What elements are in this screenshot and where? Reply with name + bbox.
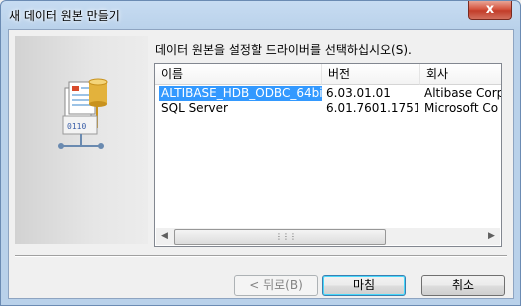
window-title: 새 데이터 원본 만들기	[9, 9, 120, 23]
scroll-left-icon[interactable]: ◀	[156, 228, 173, 245]
cancel-button[interactable]: 취소	[421, 275, 505, 296]
driver-list[interactable]: 이름 버전 회사 ALTIBASE_HDB_ODBC_64bit 6.03.01…	[154, 63, 502, 247]
driver-name-cell: SQL Server	[161, 101, 228, 115]
driver-row[interactable]: SQL Server 6.01.7601.17514 Microsoft Co	[155, 101, 501, 116]
finish-button[interactable]: 마침	[322, 275, 406, 296]
scroll-right-icon[interactable]: ▶	[483, 228, 500, 245]
button-separator	[15, 255, 507, 257]
driver-select-prompt: 데이터 원본을 설정할 드라이버를 선택하십시오(S).	[155, 43, 412, 57]
grip-icon: ⋮⋮⋮	[275, 232, 297, 241]
driver-list-header: 이름 버전 회사	[155, 64, 501, 86]
database-driver-icon: 0110	[58, 78, 108, 149]
close-icon: x	[485, 2, 495, 17]
dialog-client-area: 0110 데이터 원본을 설정할 드라이버를 선택하십시오(S). 이름 버전 …	[8, 29, 514, 299]
driver-company-cell: Microsoft Co	[424, 101, 499, 115]
driver-row[interactable]: ALTIBASE_HDB_ODBC_64bit 6.03.01.01 Altib…	[155, 86, 501, 101]
horizontal-scrollbar[interactable]: ◀ ⋮⋮⋮ ▶	[156, 228, 500, 245]
driver-company-cell: Altibase Corp	[424, 86, 501, 100]
column-header-version[interactable]: 버전	[322, 64, 420, 85]
column-header-company[interactable]: 회사	[420, 64, 501, 85]
driver-name-cell: ALTIBASE_HDB_ODBC_64bit	[159, 86, 322, 101]
column-header-name[interactable]: 이름	[155, 64, 322, 85]
wizard-side-panel: 0110	[15, 36, 148, 244]
svg-text:0110: 0110	[67, 122, 86, 131]
title-bar[interactable]: 새 데이터 원본 만들기 x	[1, 1, 520, 29]
driver-version-cell: 6.03.01.01	[326, 86, 391, 100]
close-button[interactable]: x	[468, 1, 512, 20]
back-button[interactable]: < 뒤로(B)	[234, 275, 318, 296]
driver-version-cell: 6.01.7601.17514	[326, 101, 418, 115]
dialog-window: 새 데이터 원본 만들기 x 0110 데이터 원본을 설정할 드라이버를 선택…	[0, 0, 521, 306]
scrollbar-thumb[interactable]: ⋮⋮⋮	[174, 229, 386, 245]
